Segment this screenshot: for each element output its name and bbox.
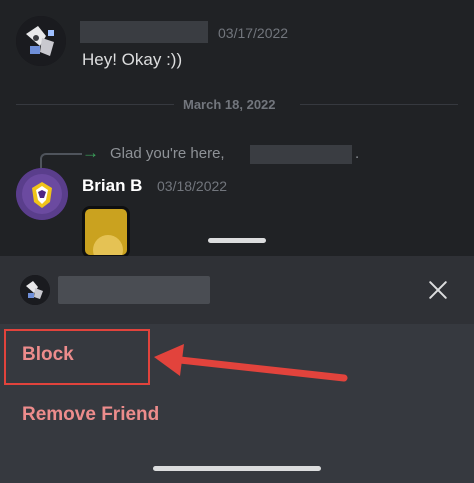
- home-indicator[interactable]: [153, 466, 321, 471]
- annotation-arrow-icon: [154, 344, 348, 382]
